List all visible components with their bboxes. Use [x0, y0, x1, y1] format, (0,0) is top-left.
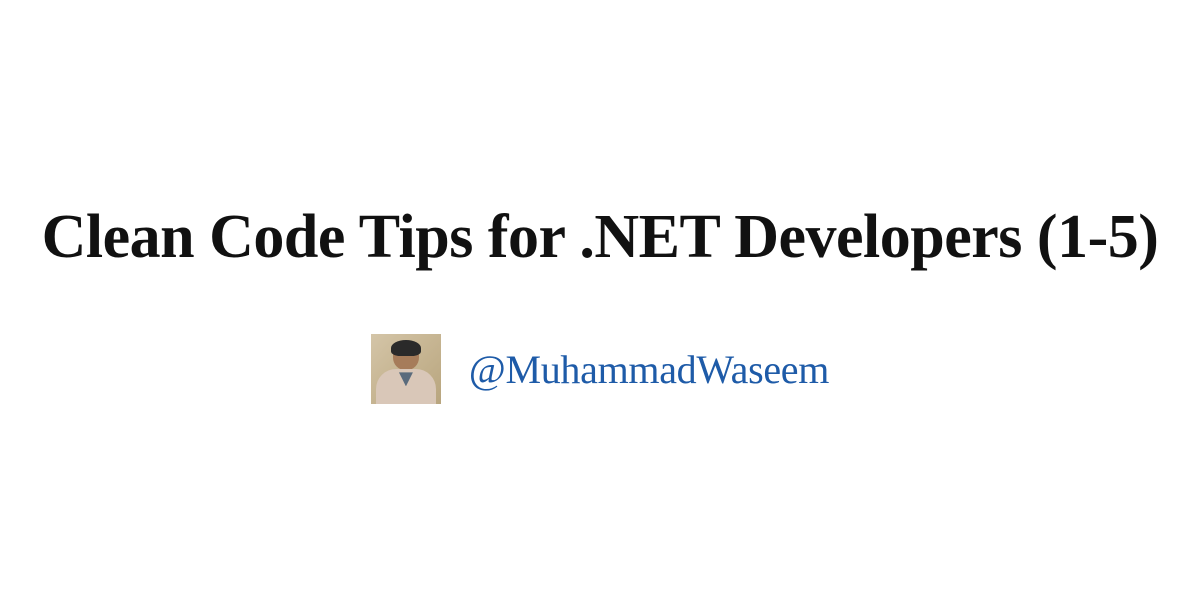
- author-avatar: [371, 334, 441, 404]
- author-handle: @MuhammadWaseem: [469, 346, 829, 393]
- author-row: @MuhammadWaseem: [371, 334, 829, 404]
- page-title: Clean Code Tips for .NET Developers (1-5…: [42, 196, 1159, 280]
